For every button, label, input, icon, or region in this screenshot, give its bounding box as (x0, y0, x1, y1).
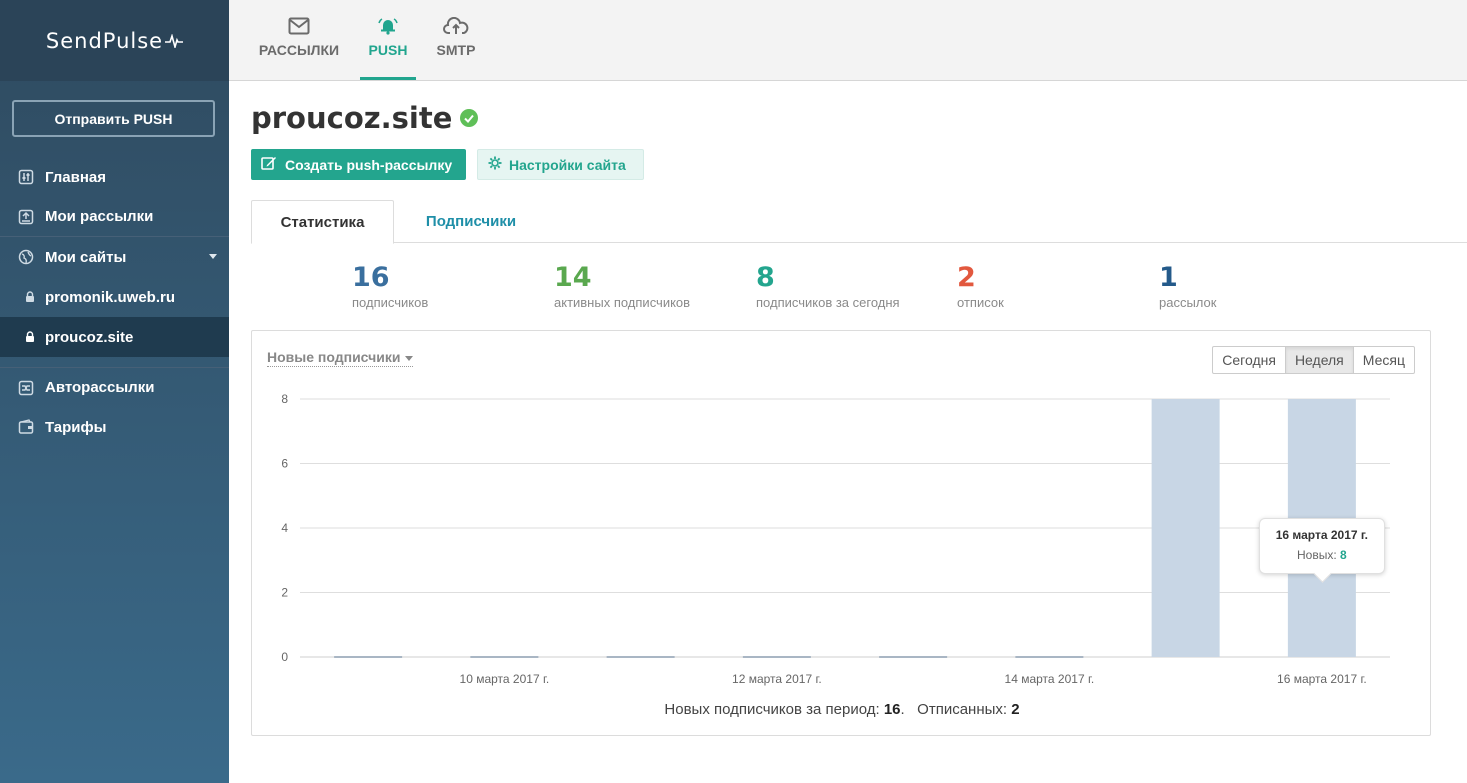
tab-bar: Статистика Подписчики (251, 200, 1467, 244)
topnav-label: SMTP (436, 42, 476, 58)
upload-box-icon (18, 209, 34, 225)
tab-subscribers[interactable]: Подписчики (411, 200, 531, 243)
page-title: proucoz.site (251, 101, 479, 135)
topnav-label: РАССЫЛКИ (258, 42, 340, 58)
chart-bar (606, 656, 675, 658)
bell-icon (378, 18, 398, 35)
site-settings-label: Настройки сайта (509, 156, 626, 173)
sidebar-item-label: Авторассылки (45, 379, 155, 396)
lock-icon (25, 329, 35, 345)
logo[interactable]: SendPulse (0, 0, 229, 81)
stat-campaigns: 1 рассылок (1159, 261, 1216, 310)
chart-bar (742, 656, 811, 658)
check-circle-icon (460, 109, 479, 127)
stat-value: 1 (1159, 262, 1178, 293)
chart-bar (1015, 656, 1084, 658)
sidebar-item-label: Мои рассылки (45, 208, 154, 225)
summary-unsub-value: 2 (1011, 701, 1020, 718)
stat-subscribers-today: 8 подписчиков за сегодня (756, 261, 900, 310)
summary-unsub-label: Отписанных: (917, 701, 1008, 718)
chart-bar (1151, 399, 1220, 657)
create-push-label: Создать push-рассылку (285, 156, 453, 173)
stat-subscribers: 16 подписчиков (352, 261, 428, 310)
create-push-button[interactable]: Создать push-рассылку (251, 149, 466, 180)
sidebar-item-my-campaigns[interactable]: Мои рассылки (0, 197, 229, 237)
stat-active-subscribers: 14 активных подписчиков (554, 261, 690, 310)
stat-value: 8 (756, 262, 775, 293)
gear-icon (488, 156, 502, 173)
sidebar-item-label: proucoz.site (45, 328, 134, 346)
stat-label: подписчиков (352, 295, 429, 310)
chart-tooltip: 16 марта 2017 г. Новых: 8 (1258, 518, 1385, 574)
globe-icon (18, 249, 34, 265)
chevron-down-icon (209, 254, 217, 259)
chart-bar (470, 656, 539, 658)
stat-unsubscribes: 2 отписок (957, 261, 1004, 310)
tooltip-title: 16 марта 2017 г. (1275, 528, 1369, 542)
stat-value: 14 (554, 262, 592, 293)
x-tick-label: 16 марта 2017 г. (1277, 672, 1367, 686)
site-title-text: proucoz.site (251, 101, 453, 135)
stat-label: отписок (957, 295, 1004, 310)
mail-icon (288, 17, 310, 35)
sidebar-item-site-promonik[interactable]: promonik.uweb.ru (0, 277, 229, 317)
sidebar-item-label: Тарифы (45, 418, 107, 436)
x-tick-label: 14 марта 2017 г. (1005, 672, 1095, 686)
top-nav-bar: РАССЫЛКИ PUSH SMTP (229, 0, 1467, 81)
summary-new-value: 16 (883, 701, 901, 718)
chart-bar (334, 656, 403, 658)
period-summary: Новых подписчиков за период: 16. Отписан… (664, 701, 1020, 718)
stat-value: 16 (352, 262, 390, 293)
wallet-icon (18, 419, 34, 435)
chart-panel: Новые подписчики Сегодня Неделя Месяц 02… (251, 330, 1431, 736)
sidebar-item-home[interactable]: Главная (0, 157, 229, 197)
subscribers-bar-chart: 0 2 4 6 8 10 марта 2017 г. 12 марта 2017 г. 14 … (281, 392, 1390, 686)
topnav-campaigns[interactable]: РАССЫЛКИ (259, 0, 339, 80)
stat-label: рассылок (1159, 295, 1217, 310)
send-push-button[interactable]: Отправить PUSH (12, 100, 215, 137)
auto-icon (18, 380, 34, 396)
sidebar-item-tariffs[interactable]: Тарифы (0, 407, 229, 447)
logo-text: SendPulse (45, 28, 164, 53)
y-tick-label: 0 (281, 650, 288, 664)
chart-bar (879, 656, 948, 658)
edit-icon (261, 156, 277, 174)
y-tick-label: 6 (281, 457, 288, 471)
y-tick-label: 4 (281, 521, 288, 535)
pulse-icon (165, 33, 184, 48)
x-tick-label: 10 марта 2017 г. (460, 672, 550, 686)
sidebar-item-automation[interactable]: Авторассылки (0, 367, 229, 407)
sliders-icon (18, 169, 34, 185)
sidebar: SendPulse Отправить PUSH Главная Мои рас… (0, 0, 229, 783)
lock-icon (25, 289, 35, 305)
sidebar-item-label: promonik.uweb.ru (45, 288, 176, 306)
topnav-label: PUSH (368, 42, 408, 58)
tab-statistics[interactable]: Статистика (251, 200, 394, 244)
sidebar-item-label: Главная (45, 168, 107, 186)
x-tick-label: 12 марта 2017 г. (732, 672, 822, 686)
topnav-smtp[interactable]: SMTP (432, 0, 480, 80)
topnav-push[interactable]: PUSH (360, 0, 416, 80)
sidebar-item-label: Мои сайты (45, 248, 127, 266)
y-tick-label: 2 (281, 586, 288, 600)
sidebar-item-site-proucoz[interactable]: proucoz.site (0, 317, 229, 357)
summary-new-label: Новых подписчиков за период: (664, 701, 880, 718)
cloud-upload-icon (443, 17, 469, 34)
stat-value: 2 (957, 262, 976, 293)
stat-label: подписчиков за сегодня (756, 295, 900, 310)
y-tick-label: 8 (281, 392, 288, 406)
sidebar-item-my-sites[interactable]: Мои сайты (0, 237, 229, 277)
tooltip-label: Новых: (1297, 548, 1337, 562)
stat-label: активных подписчиков (554, 295, 691, 310)
tooltip-line: Новых: 8 (1260, 548, 1384, 562)
tooltip-value: 8 (1340, 548, 1347, 562)
site-settings-button[interactable]: Настройки сайта (477, 149, 644, 180)
